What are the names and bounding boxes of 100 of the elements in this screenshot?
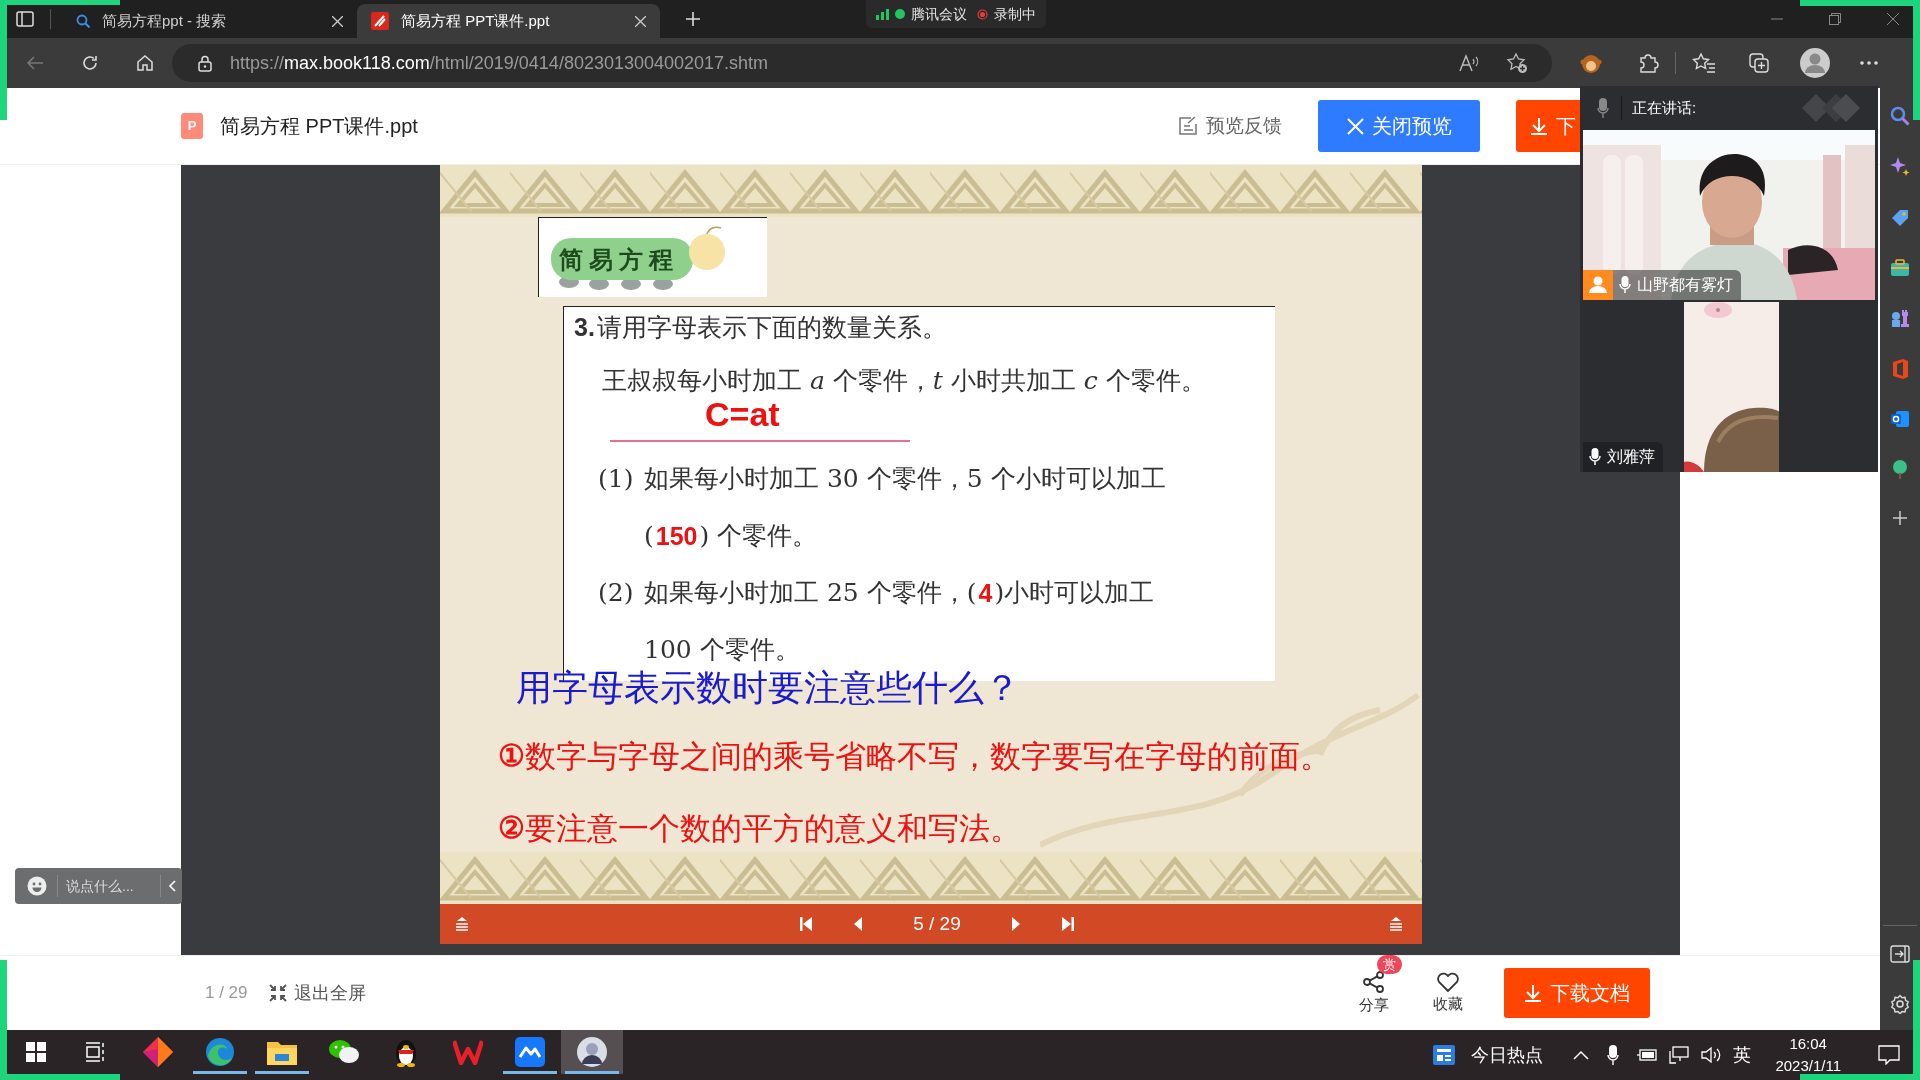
- refresh-icon[interactable]: [80, 53, 100, 73]
- question-text: )小时可以加工: [994, 577, 1155, 609]
- exit-fullscreen-button[interactable]: 退出全屏: [267, 979, 366, 1007]
- more-icon[interactable]: [1860, 61, 1878, 65]
- recording-icon: [977, 8, 988, 20]
- news-icon[interactable]: [1433, 1045, 1456, 1065]
- tab-label: 简易方程 PPT课件.ppt: [401, 10, 551, 31]
- extensions-icon[interactable]: [1637, 52, 1659, 74]
- recording-label: 录制中: [994, 4, 1036, 24]
- tree-icon[interactable]: [1890, 459, 1910, 479]
- folder-icon: [267, 1039, 297, 1065]
- close-icon[interactable]: [635, 15, 646, 27]
- answer-text: C=at: [705, 394, 780, 435]
- microphone-icon[interactable]: [1607, 1045, 1620, 1065]
- favorites-icon[interactable]: [1692, 52, 1716, 74]
- extension-icon[interactable]: [1580, 52, 1602, 74]
- participant-name: 刘雅萍: [1607, 447, 1655, 467]
- reward-badge: 赏: [1377, 955, 1402, 974]
- tag-icon[interactable]: [1890, 208, 1910, 228]
- home-icon[interactable]: [135, 53, 155, 73]
- download-icon: [1524, 984, 1542, 1002]
- address-bar[interactable]: https://max.book118.com/html/2019/0414/8023013004002017.shtm: [172, 44, 1552, 82]
- collapse-chevron-icon[interactable]: [168, 880, 176, 892]
- close-icon[interactable]: [1887, 13, 1899, 25]
- settings-icon[interactable]: [1890, 994, 1910, 1014]
- browser-tab[interactable]: 简易方程ppt - 搜索: [62, 4, 357, 38]
- battery-icon[interactable]: [1637, 1048, 1658, 1062]
- share-icon: [1362, 969, 1386, 994]
- panel-icon[interactable]: [1890, 945, 1910, 963]
- question-prompt: 用字母表示数时要注意些什么？: [516, 666, 1020, 710]
- add-favorite-icon[interactable]: [1506, 52, 1528, 74]
- clock-date[interactable]: 2023/1/11: [1775, 1055, 1841, 1077]
- note-text: 数字与字母之间的乘号省略不写，数字要写在字母的前面。: [525, 737, 1331, 776]
- next-page-icon[interactable]: [1012, 917, 1020, 931]
- close-preview-button[interactable]: 关闭预览: [1318, 100, 1480, 152]
- participant-name: 山野都有雾灯: [1637, 275, 1733, 295]
- chevron-up-icon[interactable]: [1573, 1050, 1590, 1060]
- windows-start-icon: [26, 1042, 46, 1062]
- file-icon: P: [181, 113, 203, 139]
- question-text: ) 个零件。: [699, 520, 818, 552]
- clock-time[interactable]: 16:04: [1789, 1033, 1827, 1055]
- page-counter: 1 / 29: [205, 982, 248, 1005]
- chat-bubbles-icon: [328, 1038, 360, 1066]
- previous-page-icon[interactable]: [854, 917, 862, 931]
- taskbar-app[interactable]: [561, 1030, 623, 1074]
- note-number: ①: [498, 737, 525, 775]
- sparkle-icon[interactable]: [1890, 157, 1910, 177]
- part-label: (2): [598, 577, 635, 609]
- favorite-button[interactable]: 收藏: [1433, 970, 1463, 1016]
- emoji-icon[interactable]: [27, 876, 47, 896]
- host-icon: [1583, 270, 1613, 300]
- heart-icon: [1436, 970, 1460, 993]
- question-number: 3.: [574, 312, 595, 344]
- url-text[interactable]: https://max.book118.com/html/2019/0414/8023013004002017.shtm: [230, 49, 769, 77]
- outline-icon[interactable]: [455, 917, 469, 931]
- lock-icon[interactable]: [198, 54, 212, 72]
- chat-input[interactable]: 说点什么...: [66, 875, 160, 897]
- search-icon: [76, 14, 90, 28]
- edit-icon: [1178, 116, 1198, 136]
- notification-icon[interactable]: [1878, 1045, 1900, 1065]
- read-aloud-icon[interactable]: [1458, 53, 1480, 73]
- page-indicator: 5 / 29: [912, 911, 962, 936]
- question-text: 请用字母表示下面的数量关系。: [596, 312, 947, 345]
- add-icon[interactable]: [1892, 510, 1908, 526]
- badge-title: 简易方程: [559, 245, 679, 275]
- download-icon: [1530, 117, 1548, 135]
- answer-text: 150: [654, 521, 699, 552]
- question-text: (: [644, 520, 654, 552]
- collapse-icon: [267, 983, 288, 1003]
- part-label: (1): [598, 463, 635, 495]
- last-page-icon[interactable]: [1062, 917, 1074, 931]
- close-icon[interactable]: [332, 15, 343, 27]
- first-page-icon[interactable]: [800, 917, 812, 931]
- news-label[interactable]: 今日热点: [1471, 1041, 1544, 1069]
- chat-field[interactable]: 说点什么...: [15, 868, 182, 904]
- new-tab-icon[interactable]: [685, 11, 701, 27]
- profile-icon[interactable]: [1800, 48, 1830, 78]
- browser-tab[interactable]: 简易方程 PPT课件.ppt: [357, 4, 660, 38]
- search-icon[interactable]: [1890, 106, 1910, 126]
- note-number: ②: [498, 809, 525, 847]
- tab-label: 简易方程ppt - 搜索: [102, 10, 228, 31]
- answer-text: 4: [977, 578, 994, 609]
- status-dot-icon: [895, 9, 905, 19]
- outlook-icon[interactable]: [1890, 410, 1910, 428]
- question-statement: 王叔叔每小时加工 a 个零件，t 小时共加工 c 个零件。: [602, 365, 1206, 397]
- collections-icon[interactable]: [1748, 52, 1770, 74]
- office-suite-icon: [453, 1039, 483, 1065]
- office-icon[interactable]: [1891, 359, 1909, 379]
- network-icon[interactable]: [1669, 1046, 1690, 1064]
- task-view-icon: [85, 1042, 107, 1062]
- restore-icon[interactable]: [1829, 13, 1841, 25]
- chess-icon[interactable]: [1890, 308, 1910, 328]
- question-text: 100 个零件。: [644, 634, 800, 666]
- tab-actions-icon[interactable]: [16, 10, 34, 28]
- penguin-icon: [394, 1037, 418, 1067]
- diamond-icon: [143, 1037, 173, 1067]
- input-method-indicator[interactable]: 英: [1733, 1041, 1752, 1069]
- outline-icon[interactable]: [1389, 917, 1403, 931]
- briefcase-icon[interactable]: [1890, 259, 1910, 277]
- feedback-button[interactable]: 预览反馈: [1178, 111, 1282, 141]
